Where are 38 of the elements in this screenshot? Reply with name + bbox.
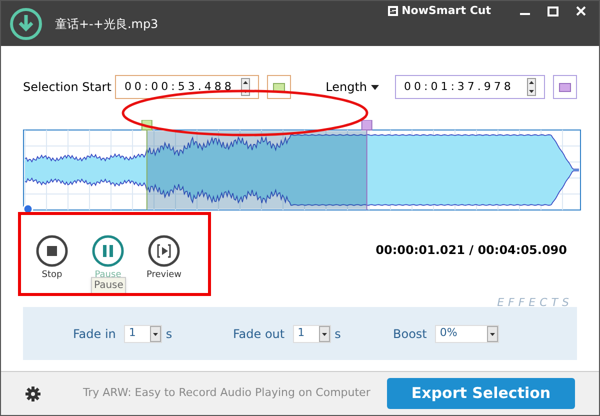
control-label: Preview bbox=[146, 269, 182, 282]
time-display: 00:00:01.021 / 00:04:05.090 bbox=[376, 242, 567, 259]
caret-icon bbox=[371, 84, 379, 90]
caret-icon bbox=[486, 326, 498, 342]
tooltip: Pause bbox=[91, 277, 126, 294]
app-title: NowSmart Cut bbox=[402, 2, 491, 19]
effect-label: Fade in bbox=[73, 326, 116, 342]
export-selection-button[interactable]: Export Selection bbox=[387, 378, 575, 409]
selection-start-label: Selection Start bbox=[23, 79, 112, 96]
settings-icon[interactable] bbox=[25, 386, 41, 402]
selection-start-field[interactable]: 00:00:53.488 bbox=[115, 75, 260, 99]
length-color-swatch[interactable] bbox=[553, 75, 577, 99]
unit-label: s bbox=[334, 326, 341, 342]
effect-label: Boost bbox=[393, 326, 427, 342]
spinner-icon[interactable] bbox=[241, 78, 250, 96]
end-marker-handle[interactable] bbox=[361, 120, 372, 130]
maximize-icon[interactable] bbox=[547, 5, 559, 17]
effect-dropdown[interactable]: 0% bbox=[434, 324, 499, 342]
selection-region[interactable] bbox=[146, 131, 367, 209]
effect-label: Fade out bbox=[233, 326, 285, 342]
pause-button[interactable] bbox=[92, 235, 124, 267]
length-field[interactable]: 00:01:37.978 bbox=[395, 75, 545, 99]
app-logo-icon bbox=[388, 6, 398, 16]
unit-label: s bbox=[166, 326, 172, 342]
file-name: 童话+-+光良.mp3 bbox=[55, 16, 158, 32]
spinner-icon[interactable] bbox=[527, 78, 536, 96]
start-color-swatch[interactable] bbox=[267, 75, 292, 99]
stop-button[interactable] bbox=[36, 235, 68, 267]
close-icon[interactable] bbox=[575, 5, 587, 17]
control-label: Stop bbox=[42, 269, 62, 282]
caret-icon bbox=[318, 326, 330, 342]
effect-dropdown[interactable]: 1 bbox=[124, 324, 162, 342]
download-icon bbox=[9, 6, 43, 40]
effect-dropdown[interactable]: 1 bbox=[292, 324, 331, 342]
caret-icon bbox=[150, 326, 161, 342]
preview-button[interactable] bbox=[148, 235, 180, 267]
length-dropdown[interactable]: Length bbox=[326, 78, 367, 96]
effects-title: EFFECTS bbox=[497, 295, 573, 311]
